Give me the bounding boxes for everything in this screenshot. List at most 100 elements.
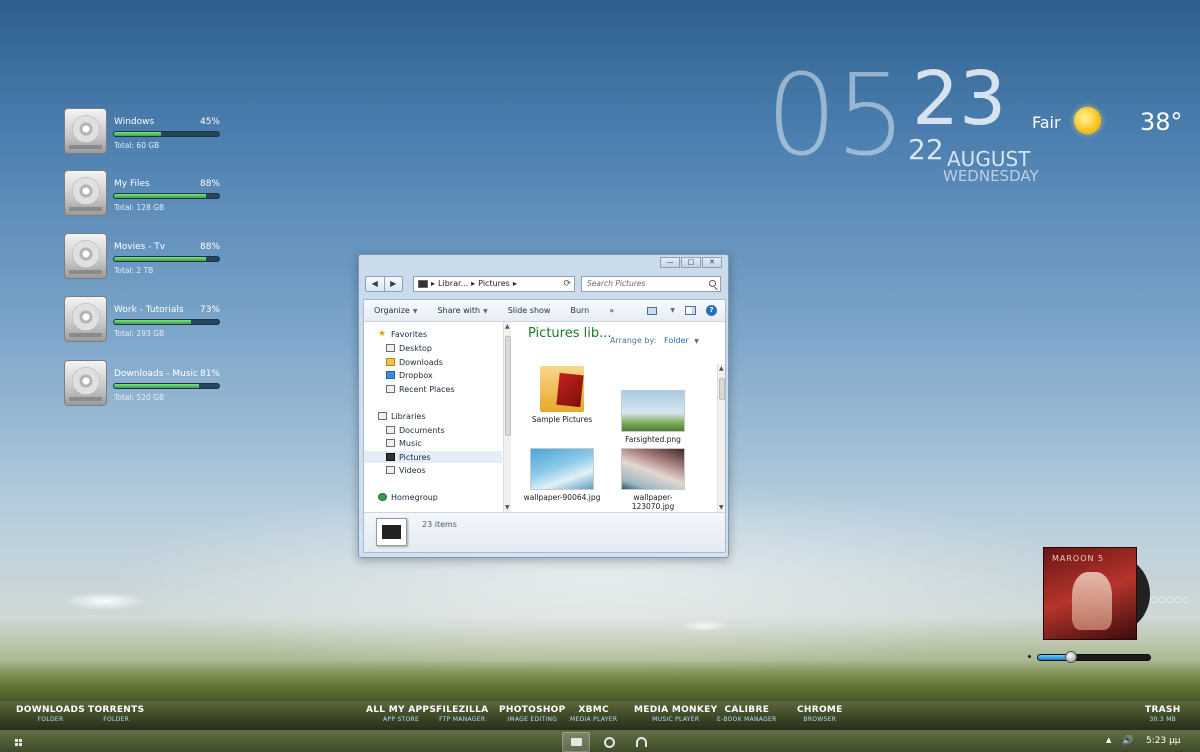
nav-homegroup[interactable]: Homegroup: [378, 491, 438, 503]
search-input[interactable]: Search Pictures: [581, 276, 721, 292]
tray-expand-icon[interactable]: ▲: [1106, 736, 1111, 744]
drive-widget-work-tutorials[interactable]: Work - Tutorials 73% Total: 293 GB: [64, 296, 224, 344]
rating-dots[interactable]: ○○○○○: [1150, 595, 1190, 604]
drive-total: Total: 520 GB: [114, 393, 165, 402]
nav-label: Libraries: [391, 411, 426, 421]
clock-weekday: WEDNESDAY: [943, 167, 1039, 185]
dock-label: FILEZILLA: [436, 705, 489, 715]
nav-favorites[interactable]: ★ Favorites: [378, 328, 427, 340]
burn-button[interactable]: Burn: [560, 306, 599, 315]
drive-total: Total: 293 GB: [114, 329, 165, 338]
dock-item-calibre[interactable]: CALIBRE E-BOOK MANAGER: [717, 705, 777, 724]
scrollbar-thumb[interactable]: [719, 378, 725, 400]
nav-libraries[interactable]: Libraries: [378, 410, 426, 422]
file-name: wallpaper-90064.jpg: [523, 493, 601, 502]
nav-downloads[interactable]: Downloads: [386, 356, 443, 368]
image-thumbnail: [530, 448, 594, 490]
window-controls: — □ ✕: [660, 257, 722, 268]
start-icon[interactable]: [15, 739, 23, 747]
change-view-icon[interactable]: [647, 306, 658, 315]
maximize-button[interactable]: □: [681, 257, 701, 268]
dock-label: DOWNLOADS: [16, 705, 86, 715]
pictures-library-icon: [418, 280, 428, 288]
desktop-icon: [386, 344, 395, 352]
taskbar-chrome-button[interactable]: [595, 732, 623, 752]
seek-bar[interactable]: [1037, 654, 1151, 661]
tray-clock[interactable]: 5:23 µµ: [1146, 736, 1181, 746]
scroll-down-icon[interactable]: ▼: [719, 504, 724, 511]
nav-dropbox[interactable]: Dropbox: [386, 369, 433, 381]
nav-pictures[interactable]: Pictures: [364, 451, 502, 463]
breadcrumb-pictures[interactable]: Pictures: [478, 277, 510, 291]
clock-minute: 23: [912, 56, 1007, 142]
nav-desktop[interactable]: Desktop: [386, 342, 432, 354]
drive-widget-movies-tv[interactable]: Movies - Tv 88% Total: 2 TB: [64, 233, 224, 281]
nav-videos[interactable]: Videos: [386, 464, 426, 476]
drive-widget-downloads-music[interactable]: Downloads - Music 81% Total: 520 GB: [64, 360, 224, 408]
drive-widget-my-files[interactable]: My Files 88% Total: 128 GB: [64, 170, 224, 218]
scrollbar-thumb[interactable]: [505, 336, 511, 436]
taskbar-explorer-button[interactable]: [562, 732, 590, 752]
explorer-window[interactable]: — □ ✕ ◀ ▶ ▸ Librar... ▸ Pictures ▸ ⟳ Sea…: [358, 254, 729, 558]
drive-usage-bar: [113, 383, 220, 389]
slide-show-button[interactable]: Slide show: [498, 306, 561, 315]
dock-item-trash[interactable]: TRASH 30.3 MB: [1145, 705, 1181, 724]
back-button[interactable]: ◀: [366, 277, 384, 291]
minimize-button[interactable]: —: [660, 257, 680, 268]
volume-icon[interactable]: 🔊: [1122, 736, 1133, 746]
nav-music[interactable]: Music: [386, 437, 422, 449]
organize-button[interactable]: Organize ▼: [364, 306, 427, 315]
weather-condition: Fair: [1032, 113, 1061, 132]
folder-icon: [570, 738, 582, 746]
chevron-down-icon: ▼: [694, 338, 699, 345]
nav-recent-places[interactable]: Recent Places: [386, 383, 455, 395]
dock-item-filezilla[interactable]: FILEZILLA FTP MANAGER: [436, 705, 488, 724]
dock-item-all-my-apps[interactable]: ALL MY APPS APP STORE: [366, 705, 436, 724]
more-commands-button[interactable]: »: [599, 306, 624, 315]
file-pane-scrollbar[interactable]: ▲ ▼: [717, 364, 725, 512]
dock-item-xbmc[interactable]: XBMC MEDIA PLAYER: [570, 705, 617, 724]
dock-item-photoshop[interactable]: PHOTOSHOP IMAGE EDITING: [499, 705, 566, 724]
scroll-up-icon[interactable]: ▲: [505, 323, 510, 330]
drive-percent: 45%: [199, 117, 220, 127]
preview-pane-icon[interactable]: [685, 306, 696, 315]
dock-item-downloads[interactable]: DOWNLOADS FOLDER: [16, 705, 85, 724]
library-title: Pictures lib...: [528, 326, 612, 341]
dock-label: TRASH: [1145, 705, 1181, 715]
nav-documents[interactable]: Documents: [386, 424, 445, 436]
drive-widget-windows[interactable]: Windows 45% Total: 60 GB: [64, 108, 224, 156]
arrange-by-dropdown[interactable]: Folder ▼: [664, 336, 699, 345]
file-item[interactable]: wallpaper-90064.jpg: [522, 448, 602, 502]
search-icon[interactable]: [709, 280, 716, 287]
hard-drive-icon: [64, 170, 107, 216]
dock-label: TORRENTS: [88, 705, 145, 715]
pictures-icon: [386, 453, 395, 461]
album-art[interactable]: MAROON 5: [1043, 547, 1137, 640]
refresh-icon[interactable]: ⟳: [563, 277, 571, 291]
file-item[interactable]: wallpaper-123070.jpg: [613, 448, 693, 511]
clock-month: AUGUST: [947, 147, 1031, 171]
nav-label: Homegroup: [391, 492, 438, 502]
breadcrumb-libraries[interactable]: Librar...: [438, 277, 468, 291]
forward-button[interactable]: ▶: [383, 277, 403, 291]
scroll-down-icon[interactable]: ▼: [505, 504, 510, 511]
help-icon[interactable]: ?: [706, 305, 717, 316]
scroll-up-icon[interactable]: ▲: [719, 365, 724, 372]
taskbar-media-button[interactable]: [627, 732, 655, 752]
dock-label: XBMC: [578, 705, 609, 715]
address-bar[interactable]: ▸ Librar... ▸ Pictures ▸ ⟳: [413, 276, 575, 292]
file-item[interactable]: Sample Pictures: [522, 366, 602, 424]
close-button[interactable]: ✕: [702, 257, 722, 268]
dock-item-chrome[interactable]: CHROME BROWSER: [797, 705, 843, 724]
nav-pane-scrollbar[interactable]: ▲ ▼: [503, 322, 511, 512]
file-item[interactable]: Farsighted.png: [613, 390, 693, 444]
dock-sublabel: BROWSER: [803, 716, 837, 723]
chevron-down-icon[interactable]: ▼: [670, 307, 675, 314]
playback-indicator-icon: [1028, 655, 1031, 658]
share-with-button[interactable]: Share with ▼: [427, 306, 497, 315]
dock-item-media-monkey[interactable]: MEDIA MONKEY MUSIC PLAYER: [634, 705, 717, 724]
dock-item-torrents[interactable]: TORRENTS FOLDER: [88, 705, 144, 724]
album-art-figure: [1072, 572, 1112, 630]
headphones-icon: [635, 737, 647, 747]
details-pane: 23 items: [364, 512, 725, 552]
